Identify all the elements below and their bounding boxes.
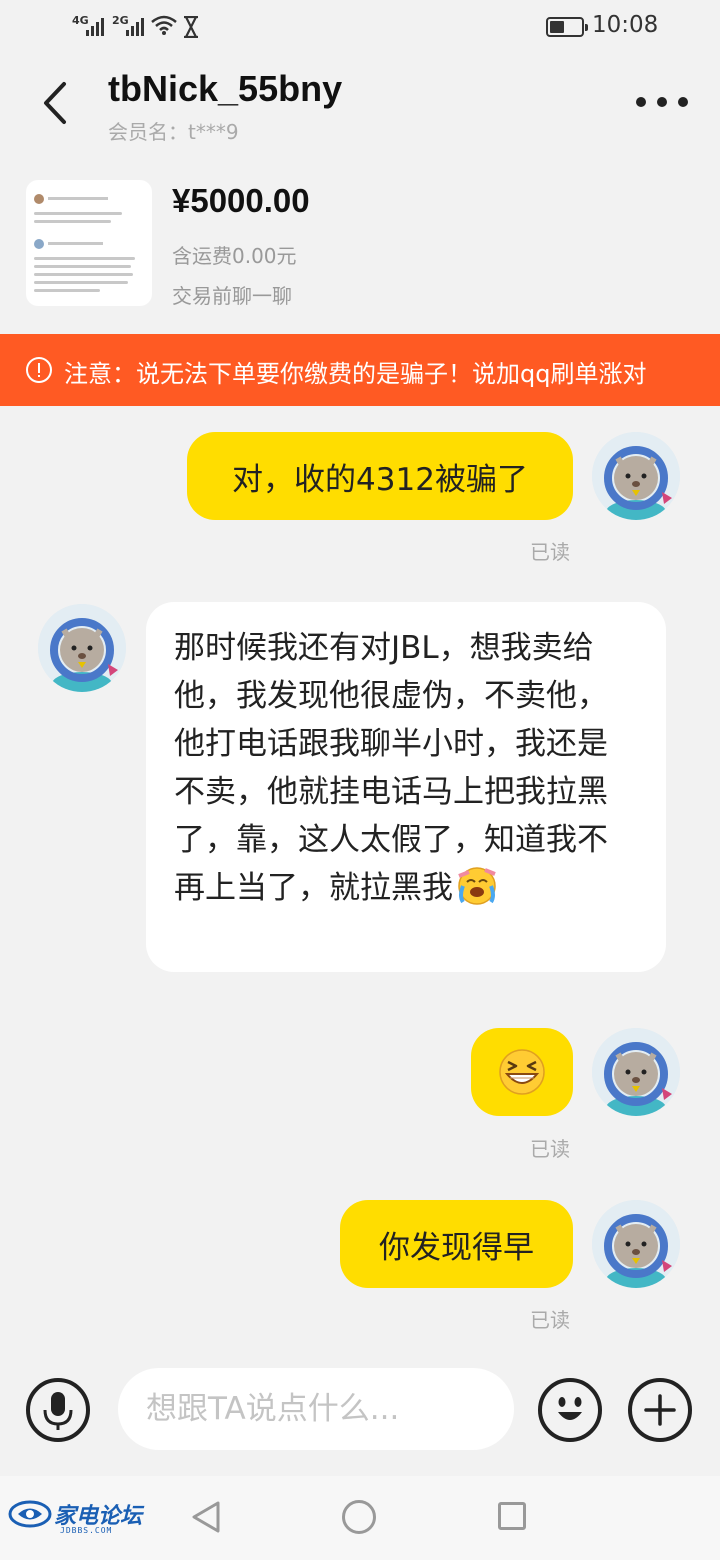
microphone-icon (43, 1392, 73, 1430)
grinning-squinting-face-icon (499, 1049, 545, 1095)
battery-icon (546, 17, 588, 37)
hourglass-icon (184, 16, 198, 38)
seal-avatar-icon (592, 432, 680, 520)
nav-home-icon[interactable] (342, 1500, 376, 1534)
status-bar: 4G 2G 10:08 (0, 0, 720, 56)
clock: 10:08 (592, 12, 659, 38)
product-thumbnail[interactable] (26, 180, 152, 306)
nav-recents-icon[interactable] (498, 1502, 526, 1530)
signal-4g-icon (86, 16, 104, 36)
seal-avatar-icon (38, 604, 126, 692)
back-arrow-icon[interactable] (34, 78, 78, 128)
read-status: 已读 (530, 540, 570, 564)
contact-name: tbNick_55bny (108, 68, 343, 109)
seal-avatar-icon (592, 1028, 680, 1116)
jdbbs-logo-icon (8, 1500, 52, 1528)
message-bubble-sent[interactable]: 你发现得早 (340, 1200, 573, 1288)
warning-icon (26, 357, 52, 383)
read-status: 已读 (530, 1137, 570, 1161)
product-card[interactable]: ¥5000.00 含运费0.00元 交易前聊一聊 (0, 166, 720, 334)
seal-avatar-icon (592, 1200, 680, 1288)
avatar[interactable] (592, 1200, 680, 1288)
warning-text: 注意：说无法下单要你缴费的是骗子！说加qq刷单涨对 (64, 360, 647, 388)
chat-header: tbNick_55bny 会员名：t***9 (0, 56, 720, 156)
voice-input-button[interactable] (26, 1378, 90, 1442)
message-bubble-sent[interactable] (471, 1028, 573, 1116)
more-options-icon[interactable] (636, 94, 688, 110)
product-price: ¥5000.00 (172, 182, 310, 219)
avatar[interactable] (38, 604, 126, 692)
avatar[interactable] (592, 432, 680, 520)
shipping-info: 含运费0.00元 (172, 244, 297, 268)
message-text: 你发现得早 (379, 1229, 534, 1266)
member-name: 会员名：t***9 (108, 120, 239, 144)
emoji-button[interactable] (538, 1378, 602, 1442)
plus-icon (644, 1394, 676, 1426)
message-input[interactable] (118, 1368, 514, 1450)
face-with-tears-icon (458, 867, 496, 905)
chat-before-trade-label: 交易前聊一聊 (172, 284, 292, 308)
input-bar (0, 1364, 720, 1460)
watermark-subtext: JDBBS.COM (60, 1526, 113, 1535)
signal-2g-icon (126, 16, 144, 36)
message-bubble-sent[interactable]: 对，收的4312被骗了 (187, 432, 573, 520)
message-bubble-received[interactable]: 那时候我还有对JBL，想我卖给他，我发现他很虚伪，不卖他，他打电话跟我聊半小时，… (146, 602, 666, 972)
scam-warning-banner: 注意：说无法下单要你缴费的是骗子！说加qq刷单涨对 (0, 334, 720, 406)
smiley-icon (558, 1397, 582, 1420)
system-nav-bar: 家电论坛 JDBBS.COM (0, 1476, 720, 1560)
avatar[interactable] (592, 1028, 680, 1116)
message-text: 那时候我还有对JBL，想我卖给他，我发现他很虚伪，不卖他，他打电话跟我聊半小时，… (174, 630, 608, 906)
more-actions-button[interactable] (628, 1378, 692, 1442)
nav-back-icon[interactable] (190, 1500, 222, 1534)
message-text: 对，收的4312被骗了 (232, 461, 528, 498)
read-status: 已读 (530, 1308, 570, 1332)
wifi-icon (151, 15, 177, 35)
watermark-logo: 家电论坛 JDBBS.COM (8, 1498, 142, 1535)
